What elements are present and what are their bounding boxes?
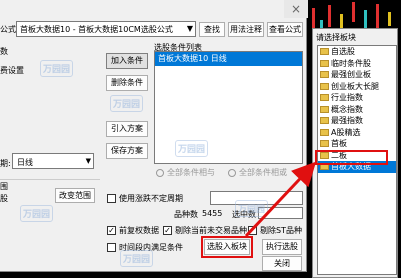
arrow-icon [244,161,317,238]
